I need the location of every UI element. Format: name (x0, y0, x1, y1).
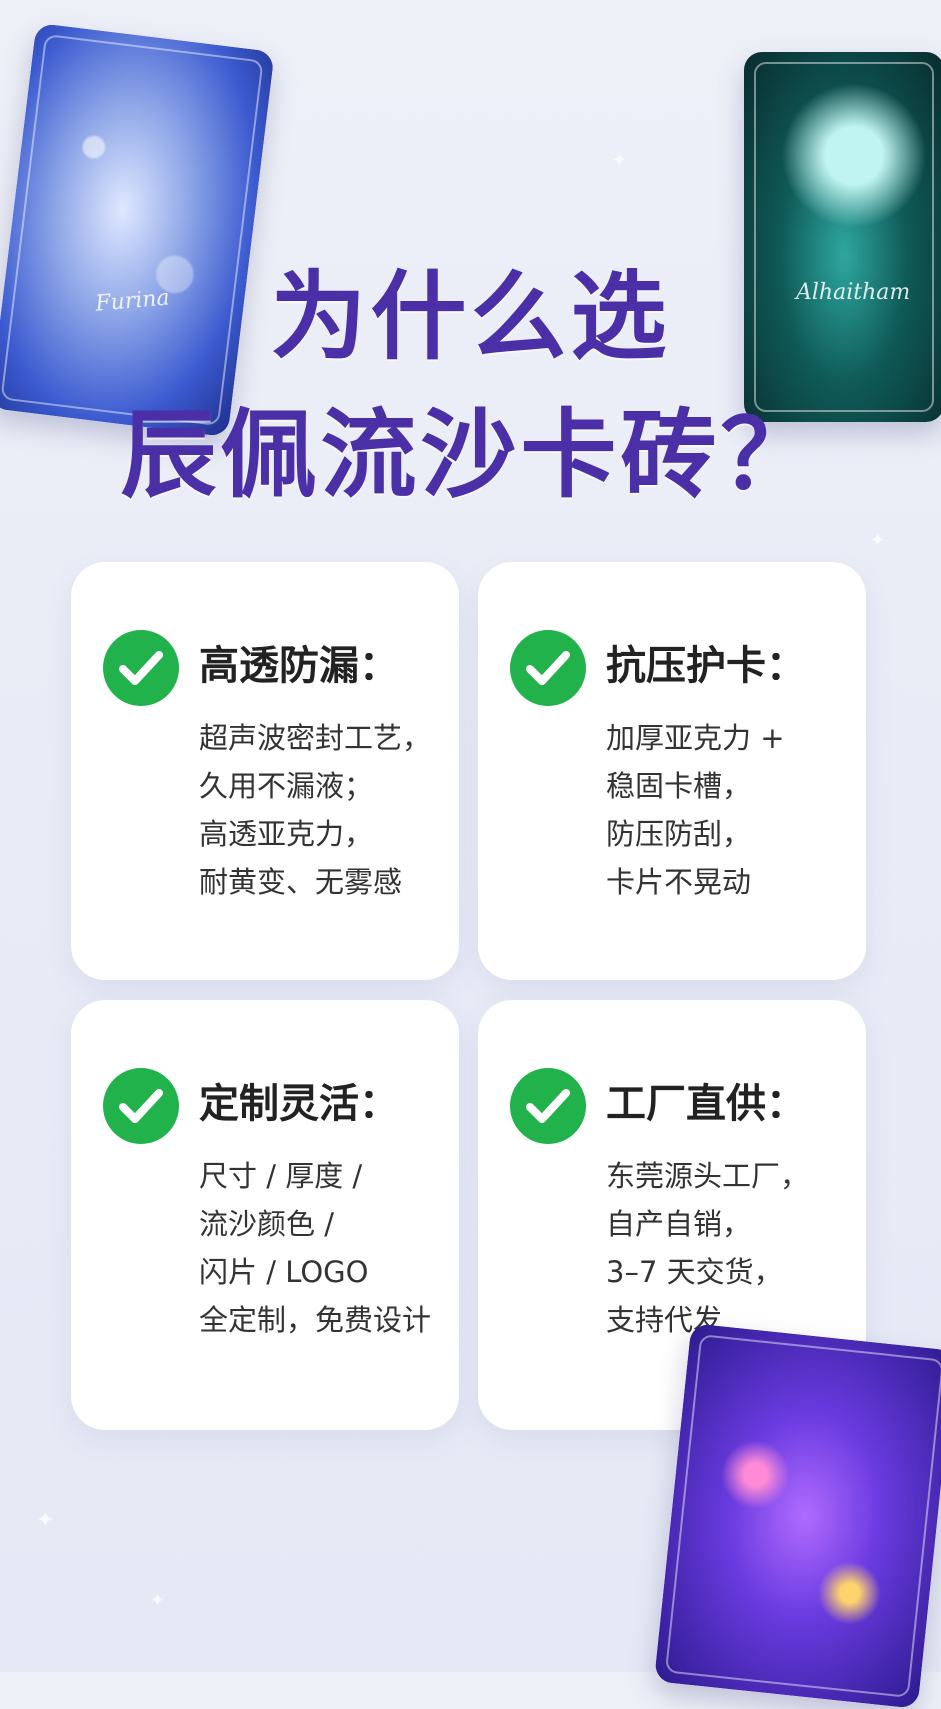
feature-line: 超声波密封工艺， (199, 721, 432, 755)
feature-line: 高透亚克力， (199, 817, 374, 851)
feature-line: 防压防刮， (606, 817, 752, 851)
feature-description: 加厚亚克力 + 稳固卡槽， 防压防刮， 卡片不晃动 (606, 714, 785, 906)
feature-line: 稳固卡槽， (606, 769, 752, 803)
feature-line: 耐黄变、无雾感 (199, 865, 403, 899)
feature-description: 东莞源头工厂， 自产自销， 3–7 天交货， 支持代发 (606, 1152, 809, 1344)
feature-line: 东莞源头工厂， (606, 1159, 810, 1193)
check-circle-icon (510, 630, 586, 706)
sparkle-icon: ✦ (36, 1508, 55, 1533)
decor-card-purple (653, 1323, 941, 1709)
feature-title: 工厂直供： (606, 1081, 806, 1127)
feature-title: 抗压护卡： (606, 643, 806, 689)
feature-title: 定制灵活： (199, 1081, 399, 1127)
sparkle-icon: ✦ (612, 150, 628, 171)
sparkle-icon: ✦ (150, 1590, 166, 1611)
feature-line: 自产自销， (606, 1207, 752, 1241)
feature-line: 3–7 天交货， (606, 1255, 783, 1289)
feature-description: 超声波密封工艺， 久用不漏液； 高透亚克力， 耐黄变、无雾感 (199, 714, 431, 906)
page-title-line1: 为什么选 (270, 261, 671, 373)
feature-title: 高透防漏： (199, 643, 399, 689)
feature-card-pressure: 抗压护卡： 加厚亚克力 + 稳固卡槽， 防压防刮， 卡片不晃动 (478, 562, 866, 980)
feature-line: 卡片不晃动 (606, 865, 752, 899)
decor-card-frame (664, 1334, 941, 1698)
feature-description: 尺寸 / 厚度 / 流沙颜色 / 闪片 / LOGO 全定制，免费设计 (199, 1152, 431, 1344)
feature-card-customization: 定制灵活： 尺寸 / 厚度 / 流沙颜色 / 闪片 / LOGO 全定制，免费设… (71, 1000, 459, 1430)
feature-line: 久用不漏液； (199, 769, 374, 803)
sparkle-icon: ✦ (870, 530, 886, 551)
feature-line: 尺寸 / 厚度 / (199, 1159, 363, 1193)
feature-line: 流沙颜色 / (199, 1207, 334, 1241)
check-circle-icon (103, 630, 179, 706)
feature-line: 全定制，免费设计 (199, 1303, 432, 1337)
feature-line: 闪片 / LOGO (199, 1255, 369, 1289)
feature-line: 加厚亚克力 + (606, 721, 785, 755)
feature-card-transparency: 高透防漏： 超声波密封工艺， 久用不漏液； 高透亚克力， 耐黄变、无雾感 (71, 562, 459, 980)
check-circle-icon (510, 1068, 586, 1144)
page-title-line2: 辰佩流沙卡砖？ (120, 399, 821, 511)
check-circle-icon (103, 1068, 179, 1144)
decor-card-blue: Furina (0, 22, 275, 438)
